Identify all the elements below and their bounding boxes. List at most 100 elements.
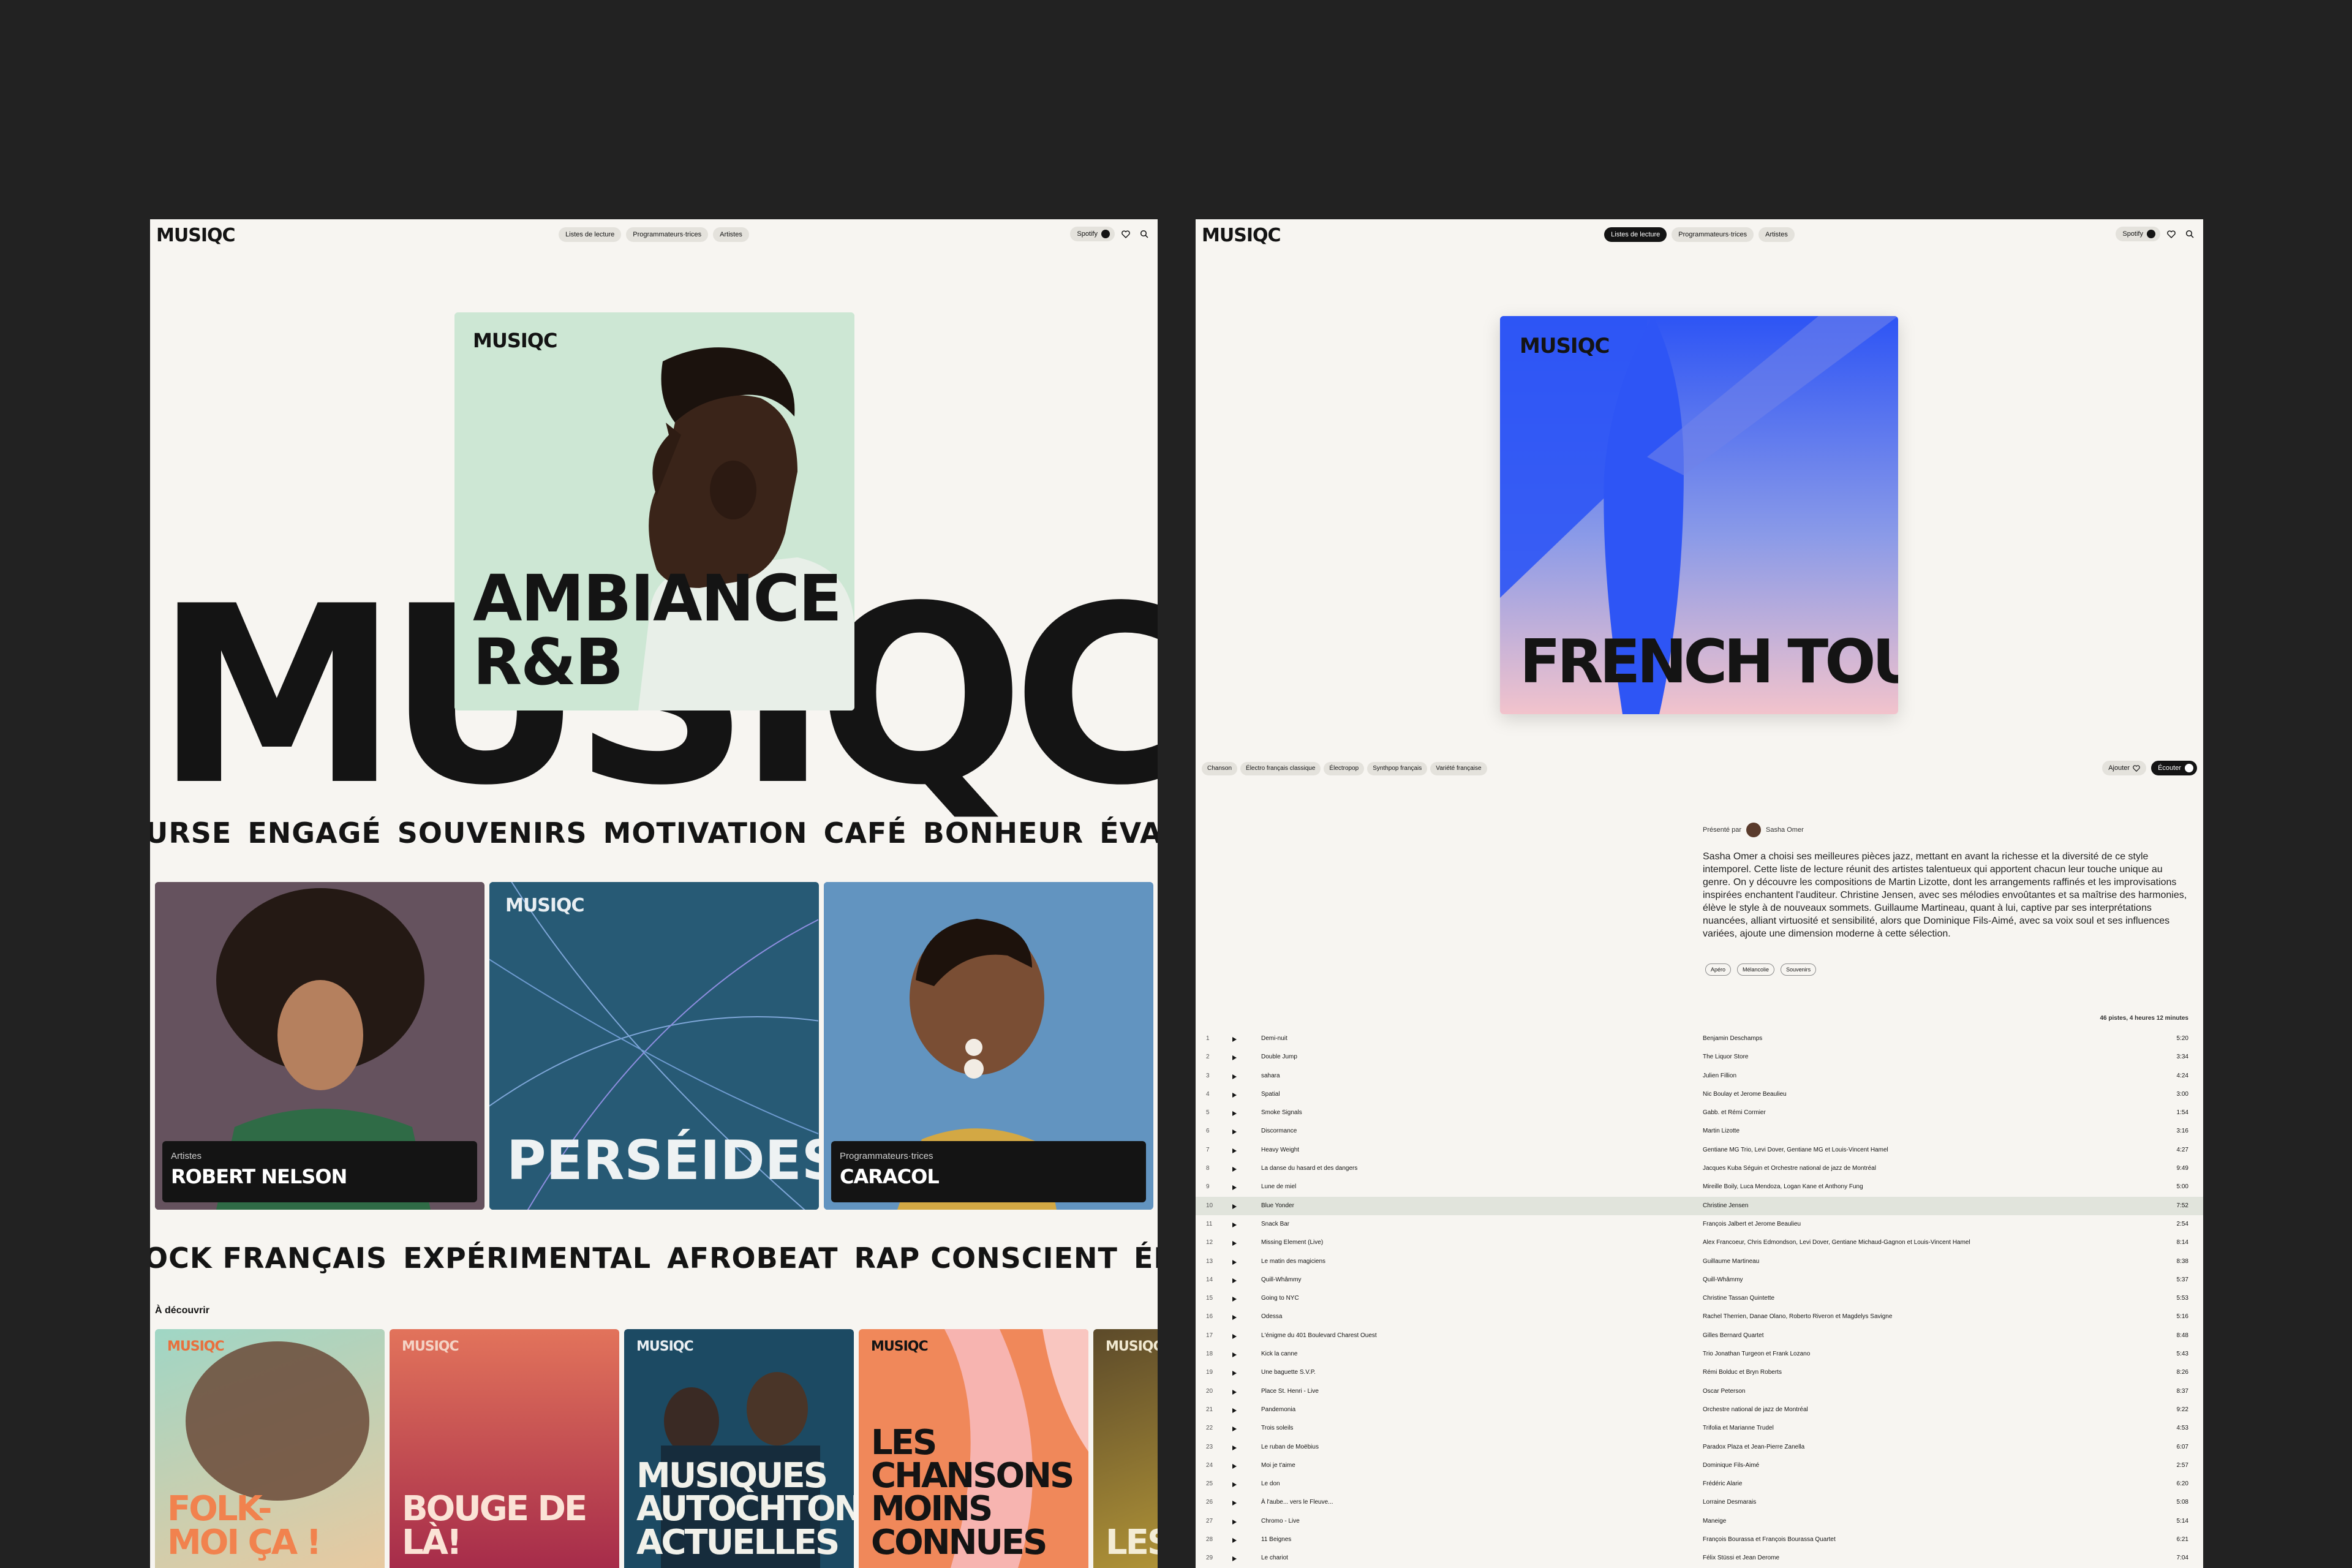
track-row[interactable]: 7 Heavy Weight Gentiane MG Trio, Levi Dove… (1196, 1141, 2203, 1159)
track-row[interactable]: 29 Le chariot Félix Stüssi et Jean Derome 7… (1196, 1549, 2203, 1567)
track-artist[interactable]: Orchestre national de jazz de Montréal (1703, 1401, 1808, 1419)
marquee-item[interactable]: BONHEUR (923, 816, 1084, 850)
track-row[interactable]: 23 Le ruban de Moëbius Paradox Plaza et Je… (1196, 1438, 2203, 1457)
play-icon[interactable] (1232, 1519, 1237, 1525)
track-row[interactable]: 3 sahara Julien Fillion 4:24 (1196, 1067, 2203, 1085)
track-row[interactable]: 10 Blue Yonder Christine Jensen 7:52 (1196, 1196, 2203, 1215)
track-artist[interactable]: Jacques Kuba Séguin et Orchestre nationa… (1703, 1159, 1876, 1178)
track-row[interactable]: 8 La danse du hasard et des dangers Jacque… (1196, 1159, 2203, 1178)
track-row[interactable]: 27 Chromo - Live Maneige 5:14 (1196, 1512, 2203, 1531)
track-row[interactable]: 4 Spatial Nic Boulay et Jerome Beaulieu 3:0… (1196, 1085, 2203, 1104)
play-icon[interactable] (1232, 1129, 1237, 1135)
playlist-tile[interactable]: MUSIQC PERSÉIDES (489, 882, 819, 1210)
track-artist[interactable]: Alex Francoeur, Chris Edmondson, Levi Do… (1703, 1234, 1970, 1252)
play-icon[interactable] (1232, 1445, 1237, 1450)
track-row[interactable]: 16 Odessa Rachel Therrien, Danae Olano, Ro… (1196, 1308, 2203, 1326)
play-icon[interactable] (1232, 1055, 1237, 1061)
play-icon[interactable] (1232, 1092, 1237, 1098)
track-artist[interactable]: Rémi Bolduc et Bryn Roberts (1703, 1363, 1782, 1382)
discover-card[interactable]: MUSIQC LES CHANSONS MOINS CONNUES (859, 1329, 1088, 1568)
track-artist[interactable]: Frédéric Alarie (1703, 1475, 1742, 1493)
track-row[interactable]: 1 Demi-nuit Benjamin Deschamps 5:20 (1196, 1030, 2203, 1048)
track-artist[interactable]: Benjamin Deschamps (1703, 1030, 1762, 1048)
marquee-item[interactable]: AFROBEAT (667, 1242, 838, 1275)
track-row[interactable]: 17 L'énigme du 401 Boulevard Charest Oues… (1196, 1327, 2203, 1345)
track-artist[interactable]: Gentiane MG Trio, Levi Dover, Gentiane M… (1703, 1141, 1888, 1159)
play-icon[interactable] (1232, 1352, 1237, 1358)
search-icon[interactable] (1137, 227, 1152, 241)
play-icon[interactable] (1232, 1259, 1237, 1265)
play-icon[interactable] (1232, 1111, 1237, 1117)
play-icon[interactable] (1232, 1204, 1237, 1209)
artist-tile[interactable]: Artistes ROBERT NELSON (155, 882, 484, 1210)
track-artist[interactable]: Quill-Whâmmy (1703, 1271, 1743, 1289)
nav-playlists[interactable]: Listes de lecture (559, 227, 622, 242)
add-button[interactable]: Ajouter (2102, 761, 2147, 775)
genre-tag[interactable]: Chanson (1202, 762, 1238, 775)
track-row[interactable]: 21 Pandemonia Orchestre national de jazz d… (1196, 1401, 2203, 1419)
track-artist[interactable]: Gabb. et Rémi Cormier (1703, 1104, 1766, 1122)
track-row[interactable]: 18 Kick la canne Trio Jonathan Turgeon et … (1196, 1345, 2203, 1363)
nav-artists[interactable]: Artistes (713, 227, 749, 242)
play-icon[interactable] (1232, 1482, 1237, 1488)
track-row[interactable]: 6 Discormance Martin Lizotte 3:16 (1196, 1122, 2203, 1140)
mood-tag[interactable]: Apéro (1705, 963, 1732, 976)
track-row[interactable]: 20 Place St. Henri - Live Oscar Peterson 8:… (1196, 1382, 2203, 1401)
discover-card[interactable]: MUSIQC LES (1093, 1329, 1158, 1568)
nav-playlists[interactable]: Listes de lecture (1604, 227, 1667, 242)
genre-tag[interactable]: Variété française (1430, 762, 1487, 775)
track-artist[interactable]: Guillaume Martineau (1703, 1253, 1759, 1271)
track-artist[interactable]: Paradox Plaza et Jean-Pierre Zanella (1703, 1438, 1804, 1457)
track-row[interactable]: 15 Going to NYC Christine Tassan Quintette… (1196, 1289, 2203, 1308)
genre-tag[interactable]: Électropop (1324, 762, 1365, 775)
play-icon[interactable] (1232, 1037, 1237, 1042)
track-artist[interactable]: The Liquor Store (1703, 1048, 1749, 1066)
play-icon[interactable] (1232, 1463, 1237, 1469)
track-artist[interactable]: Trio Jonathan Turgeon et Frank Lozano (1703, 1345, 1810, 1363)
play-icon[interactable] (1232, 1371, 1237, 1376)
track-row[interactable]: 11 Snack Bar François Jalbert et Jerome Be… (1196, 1215, 2203, 1234)
genre-tag[interactable]: Synthpop français (1367, 762, 1428, 775)
play-icon[interactable] (1232, 1501, 1237, 1506)
play-icon[interactable] (1232, 1074, 1237, 1079)
curator-name[interactable]: Sasha Omer (1766, 826, 1804, 834)
mood-tag[interactable]: Mélancolie (1737, 963, 1775, 976)
spotify-button[interactable]: Spotify (2116, 227, 2160, 241)
discover-card[interactable]: MUSIQC BOUGE DE LÀ! (390, 1329, 619, 1568)
track-row[interactable]: 26 À l'aube... vers le Fleuve... Lorraine … (1196, 1493, 2203, 1512)
play-icon[interactable] (1232, 1408, 1237, 1413)
play-icon[interactable] (1232, 1185, 1237, 1191)
discover-card[interactable]: MUSIQC MUSIQUESAUTOCHTONESACTUELLES (624, 1329, 854, 1568)
curator-tile[interactable]: Programmateurs·trices CARACOL (824, 882, 1153, 1210)
track-artist[interactable]: Trifolia et Marianne Trudel (1703, 1419, 1774, 1438)
marquee-item[interactable]: ENGAGÉ (247, 816, 381, 850)
track-row[interactable]: 19 Une baguette S.V.P. Rémi Bolduc et Bryn… (1196, 1363, 2203, 1382)
play-icon[interactable] (1232, 1222, 1237, 1227)
track-row[interactable]: 5 Smoke Signals Gabb. et Rémi Cormier 1:54 (1196, 1104, 2203, 1122)
mood-tag[interactable]: Souvenirs (1781, 963, 1817, 976)
track-artist[interactable]: Christine Jensen (1703, 1197, 1748, 1215)
search-icon[interactable] (2182, 227, 2197, 241)
nav-curators[interactable]: Programmateurs·trices (626, 227, 709, 242)
track-row[interactable]: 14 Quill-Whâmmy Quill-Whâmmy 5:37 (1196, 1271, 2203, 1289)
marquee-item[interactable]: URSE (150, 816, 232, 850)
marquee-item[interactable]: RAP CONSCIENT (854, 1242, 1118, 1275)
track-row[interactable]: 12 Missing Element (Live) Alex Francoeur, … (1196, 1234, 2203, 1252)
marquee-item[interactable]: MOTIVATION (603, 816, 808, 850)
discover-card[interactable]: MUSIQC FOLK- MOI ÇA ! (155, 1329, 385, 1568)
track-artist[interactable]: Oscar Peterson (1703, 1382, 1745, 1401)
spotify-button[interactable]: Spotify (1070, 227, 1115, 241)
track-artist[interactable]: Mireille Boily, Luca Mendoza, Logan Kane… (1703, 1178, 1863, 1196)
track-artist[interactable]: Martin Lizotte (1703, 1122, 1740, 1140)
genre-tag[interactable]: Électro français classique (1240, 762, 1321, 775)
marquee-item[interactable]: OCK FRANÇAIS (150, 1242, 387, 1275)
track-artist[interactable]: Maneige (1703, 1512, 1726, 1531)
nav-artists[interactable]: Artistes (1758, 227, 1795, 242)
track-row[interactable]: 25 Le don Frédéric Alarie 6:20 (1196, 1475, 2203, 1493)
track-row[interactable]: 24 Moi je t'aime Dominique Fils-Aimé 2:57 (1196, 1457, 2203, 1475)
track-row[interactable]: 13 Le matin des magiciens Guillaume Martin… (1196, 1253, 2203, 1271)
track-artist[interactable]: Rachel Therrien, Danae Olano, Roberto Ri… (1703, 1308, 1892, 1326)
track-row[interactable]: 28 11 Beignes François Bourassa et Françoi… (1196, 1531, 2203, 1549)
heart-icon[interactable] (2164, 227, 2179, 241)
marquee-item[interactable]: CAFÉ (824, 816, 907, 850)
